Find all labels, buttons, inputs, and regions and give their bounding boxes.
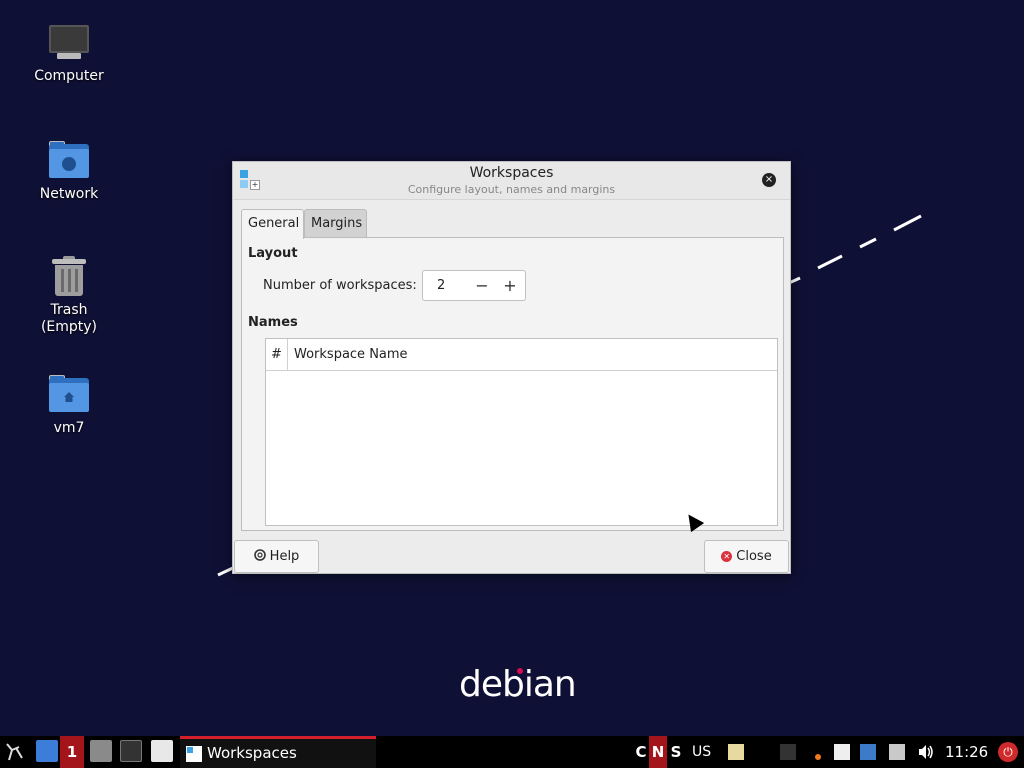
whisker-menu-button[interactable] (4, 740, 26, 764)
desktop-icon-label: vm7 (53, 420, 85, 436)
desktop-icon-home[interactable]: vm7 (14, 374, 124, 437)
desktop-icon-label: Trash (50, 302, 88, 318)
help-button-label: Help (269, 549, 300, 564)
numlock-indicator: N (649, 736, 667, 768)
workspaces-count-spinner[interactable]: 2 − + (422, 270, 526, 301)
debian-logo: debian (459, 664, 577, 705)
power-icon[interactable]: ⏻ (998, 742, 1018, 762)
help-icon (253, 541, 266, 572)
close-button-label: Close (736, 549, 772, 564)
workspaces-count-value[interactable]: 2 (437, 278, 445, 293)
capslock-indicator: C (635, 743, 647, 761)
workspaces-app-icon (186, 746, 202, 762)
names-heading: Names (248, 315, 298, 330)
computer-icon (48, 22, 90, 64)
taskbar: 1 Workspaces C N S US 11:26 ⏻ (0, 736, 1024, 768)
workspace-names-table[interactable]: # Workspace Name (265, 338, 778, 526)
notes-icon[interactable] (834, 744, 850, 760)
desktop-icon-label: Network (39, 186, 99, 202)
column-header-workspace-name[interactable]: Workspace Name (294, 339, 408, 370)
keyboard-layout[interactable]: US (692, 736, 711, 768)
desktop-icon-trash[interactable]: Trash (Empty) (14, 256, 124, 336)
terminal-icon[interactable] (120, 740, 142, 762)
file-manager-icon[interactable] (90, 740, 112, 762)
trash-icon (48, 256, 90, 298)
tab-margins[interactable]: Margins (304, 209, 367, 238)
taskbar-window-label: Workspaces (207, 744, 297, 762)
desktop-icon-sublabel: (Empty) (40, 319, 98, 335)
close-button-icon: ✕ (721, 551, 733, 562)
decrement-button[interactable]: − (471, 275, 493, 297)
close-button[interactable]: ✕ Close (704, 540, 789, 573)
close-icon[interactable]: × (762, 173, 776, 187)
workspace-switcher[interactable]: 1 (60, 736, 84, 768)
network-folder-icon (48, 140, 90, 182)
removable-drive-icon[interactable] (889, 744, 905, 760)
tab-general[interactable]: General (241, 209, 304, 239)
desktop-icon-label: Computer (34, 68, 104, 84)
volume-icon[interactable] (917, 744, 933, 760)
layout-heading: Layout (248, 246, 298, 261)
table-header: # Workspace Name (266, 339, 777, 371)
general-tab-panel: Layout Number of workspaces: 2 − + Names… (241, 237, 784, 531)
desktop-icon-computer[interactable]: Computer (14, 22, 124, 85)
dialog-title: Workspaces (469, 165, 554, 181)
clipboard-icon[interactable] (728, 744, 744, 760)
scrolllock-indicator: S (670, 743, 682, 761)
workspaces-count-label: Number of workspaces: (263, 278, 417, 293)
desktop-icon-network[interactable]: Network (14, 140, 124, 203)
debian-logo-dot (517, 668, 523, 674)
clock[interactable]: 11:26 (945, 736, 988, 768)
help-button[interactable]: Help (234, 540, 319, 573)
taskbar-window-workspaces[interactable]: Workspaces (180, 736, 376, 768)
text-editor-icon[interactable] (151, 740, 173, 762)
display-icon[interactable] (780, 744, 796, 760)
home-folder-icon (48, 374, 90, 416)
dialog-subtitle: Configure layout, names and margins (407, 183, 616, 196)
notification-dot-icon (815, 754, 821, 760)
workspaces-dialog: + Workspaces Configure layout, names and… (232, 161, 791, 574)
update-notifier-icon[interactable] (860, 744, 876, 760)
increment-button[interactable]: + (499, 275, 521, 297)
show-desktop-icon[interactable] (36, 740, 58, 762)
dialog-titlebar[interactable]: + Workspaces Configure layout, names and… (233, 162, 790, 200)
column-header-number[interactable]: # (266, 339, 288, 370)
